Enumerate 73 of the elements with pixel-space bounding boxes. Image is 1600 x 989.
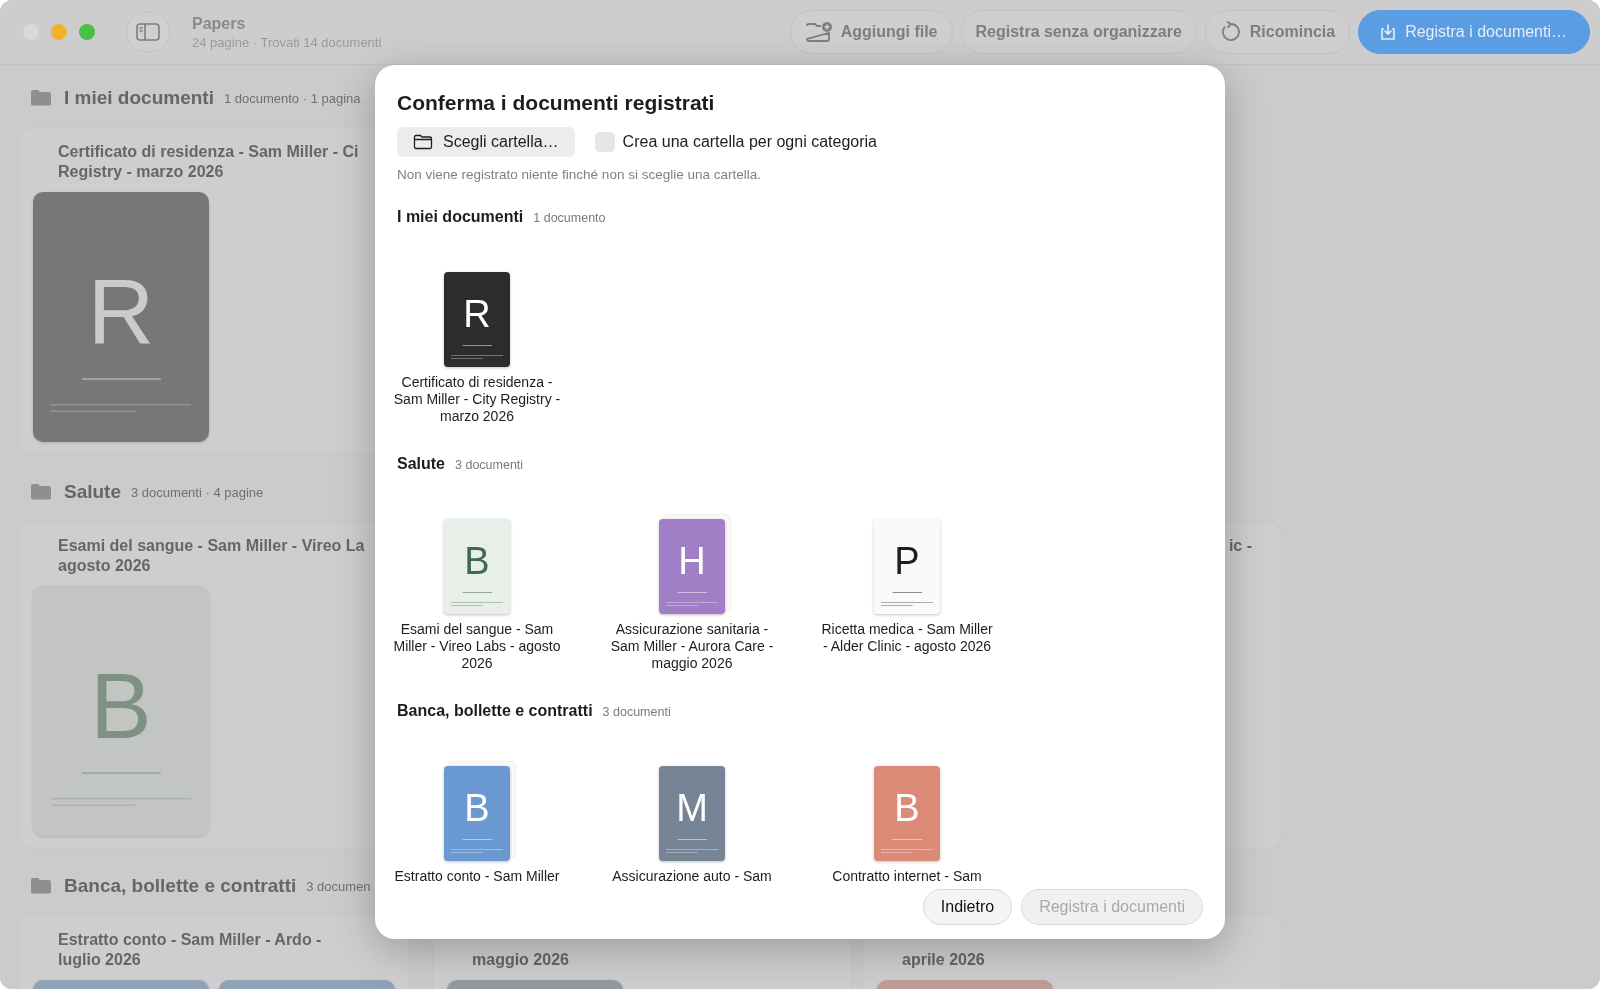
dialog-button[interactable]: Indietro bbox=[922, 889, 1013, 925]
group-title: Banca, bollette e contratti bbox=[397, 702, 593, 720]
card-title: ic - bbox=[1228, 536, 1252, 556]
section-meta: 1 documento · 1 pagina bbox=[223, 90, 361, 106]
document-card[interactable]: Estratto conto - Sam Miller - Ardo - luglio 2026 bbox=[18, 915, 410, 989]
document-item[interactable]: B Contratto internet - Sam bbox=[807, 762, 1007, 885]
document-thumbnail[interactable]: M bbox=[659, 766, 725, 861]
text-lines-drawing bbox=[880, 839, 934, 853]
card-title: Certificato di residenza - Sam Miller - Ci Registry - marzo 2026 bbox=[58, 142, 359, 182]
document-label: Contratto internet - Sam bbox=[831, 868, 983, 885]
group-title: Salute bbox=[397, 455, 445, 473]
window-title: Papers bbox=[192, 14, 247, 33]
document-thumbnail[interactable]: B bbox=[444, 766, 510, 861]
document-label: Esami del sangue - Sam Miller - Vireo Labs - agosto 2026 bbox=[392, 621, 562, 672]
thumbnail-letter: R bbox=[87, 266, 155, 358]
document-item[interactable]: P Ricetta medica - Sam Miller - Alder Clinic - agosto 2026 bbox=[807, 515, 1007, 672]
toolbar-button[interactable]: Registra senza organizzare bbox=[960, 10, 1197, 54]
choose-folder-button[interactable]: Scegli cartella… bbox=[397, 127, 575, 157]
document-label: Ricetta medica - Sam Miller - Alder Clinic - agosto 2026 bbox=[820, 621, 994, 655]
thumbnail-letter: M bbox=[676, 787, 708, 830]
thumbnail-letter: B bbox=[894, 787, 920, 830]
category-checkbox[interactable] bbox=[594, 132, 615, 152]
section-meta: 3 documenti · 4 pagine bbox=[131, 484, 264, 500]
folder-icon bbox=[413, 134, 433, 150]
thumbnail-letter: B bbox=[464, 787, 490, 830]
group-title: I miei documenti bbox=[397, 208, 524, 226]
document-label: Assicurazione auto - Sam bbox=[611, 868, 773, 885]
document-thumbnail[interactable]: P bbox=[874, 519, 940, 614]
document-thumbnail[interactable]: B bbox=[874, 766, 940, 861]
document-item[interactable]: H Assicurazione sanitaria - Sam Miller - Aurora Care - maggio 2026 bbox=[592, 515, 792, 672]
dialog-title: Conferma i documenti registrati bbox=[397, 91, 716, 115]
card-title: Estratto conto - Sam Miller - Ardo - luglio 2026 bbox=[58, 930, 322, 970]
text-lines-drawing bbox=[450, 839, 504, 853]
thumbnail-letter: H bbox=[678, 540, 706, 583]
card-title: maggio 2026 bbox=[472, 950, 569, 970]
sidebar-icon bbox=[136, 23, 160, 41]
toolbar-button[interactable]: Registra i documenti… bbox=[1358, 10, 1590, 54]
folder-icon bbox=[30, 877, 52, 895]
text-lines-drawing bbox=[880, 592, 934, 606]
checkbox-label: Crea una cartella per ogni categoria bbox=[622, 133, 877, 151]
folder-icon bbox=[30, 483, 52, 501]
section-title: I miei documenti bbox=[64, 87, 214, 109]
section-title: Salute bbox=[64, 481, 122, 503]
thumbnail-letter: B bbox=[90, 660, 152, 752]
section-meta: 3 documen bbox=[306, 878, 371, 894]
text-lines-drawing bbox=[450, 592, 504, 606]
group-count: 3 documenti bbox=[455, 458, 524, 472]
group-count: 3 documenti bbox=[602, 705, 671, 719]
thumbnail-letter: R bbox=[463, 293, 491, 336]
toolbar-button[interactable]: Aggiungi file bbox=[789, 10, 953, 54]
thumbnail-letter: B bbox=[464, 540, 490, 583]
text-lines-drawing bbox=[450, 345, 504, 359]
window-controls-drawing[interactable] bbox=[22, 23, 98, 41]
text-lines-drawing bbox=[665, 592, 719, 606]
document-thumbnail[interactable]: B bbox=[444, 519, 510, 614]
group-count: 1 documento bbox=[533, 211, 606, 225]
sidebar-toggle-button[interactable] bbox=[126, 12, 170, 52]
thumbnail-letter: P bbox=[894, 540, 920, 583]
document-thumbnail[interactable]: H bbox=[659, 519, 725, 614]
download-tray-icon bbox=[1379, 23, 1398, 41]
text-lines-drawing bbox=[665, 839, 719, 853]
refresh-icon bbox=[1219, 21, 1242, 43]
toolbar-button[interactable]: Ricomincia bbox=[1204, 10, 1351, 54]
document-label: Assicurazione sanitaria - Sam Miller - Aurora Care - maggio 2026 bbox=[609, 621, 775, 672]
folder-icon bbox=[30, 89, 52, 107]
card-title: aprile 2026 bbox=[902, 950, 985, 970]
card-title: Esami del sangue - Sam Miller - Vireo La agosto 2026 bbox=[58, 536, 365, 576]
document-label: Certificato di residenza - Sam Miller - City Registry - marzo 2026 bbox=[392, 374, 562, 425]
hint-text: Non viene registrato niente finché non si sceglie una cartella. bbox=[397, 167, 762, 182]
section-title: Banca, bollette e contratti bbox=[64, 875, 297, 897]
document-label: Estratto conto - Sam Miller bbox=[393, 868, 561, 885]
document-thumbnail[interactable]: R bbox=[444, 272, 510, 367]
document-item[interactable]: M Assicurazione auto - Sam bbox=[592, 762, 792, 885]
